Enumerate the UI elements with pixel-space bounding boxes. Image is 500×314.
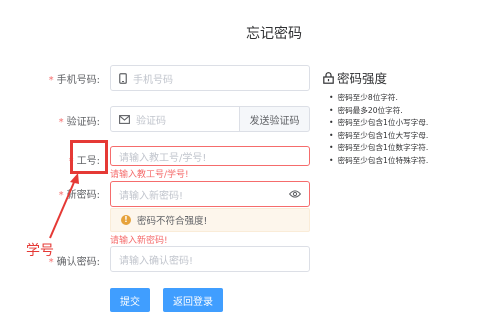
work-id-error: 请输入教工号/学号! — [110, 170, 189, 180]
phone-placeholder: 手机号码 — [133, 74, 173, 86]
mobile-phone-icon — [119, 72, 127, 84]
work-id-placeholder: 请输入教工号/学号! — [119, 152, 207, 164]
eye-icon[interactable] — [289, 190, 301, 198]
envelope-icon — [119, 114, 130, 124]
confirm-password-input[interactable]: 请输入确认密码! — [110, 246, 310, 272]
required-mark: * — [48, 75, 54, 86]
lock-icon — [323, 71, 337, 84]
password-rule: 密码至少8位字符. — [329, 92, 428, 105]
code-label: * 验证码: — [0, 113, 100, 128]
password-rule: 密码最多20位字符. — [329, 105, 428, 118]
annotation-label: 学号 — [26, 243, 54, 259]
password-strength-warning: ! 密码不符合强度! — [110, 208, 310, 232]
password-rules-list: 密码至少8位字符. 密码最多20位字符. 密码至少包含1位小写字母. 密码至少包… — [329, 92, 428, 168]
warning-icon: ! — [121, 215, 131, 225]
code-input[interactable]: 验证码 — [110, 106, 240, 132]
phone-label-text: 手机号码: — [56, 75, 100, 86]
phone-input[interactable]: 手机号码 — [110, 65, 310, 91]
phone-label: * 手机号码: — [0, 71, 100, 86]
code-placeholder: 验证码 — [136, 115, 166, 127]
new-password-label-text: 新密码: — [66, 190, 100, 201]
back-to-login-button[interactable]: 返回登录 — [163, 288, 223, 312]
password-rule: 密码至少包含1位大写字母. — [329, 130, 428, 143]
submit-button[interactable]: 提交 — [110, 288, 150, 312]
required-mark: * — [58, 190, 64, 201]
work-id-input[interactable]: 请输入教工号/学号! — [110, 146, 310, 166]
password-rule: 密码至少包含1位小写字母. — [329, 117, 428, 130]
password-rule: 密码至少包含1位特殊字符. — [329, 155, 428, 168]
new-password-input[interactable]: 请输入新密码! — [110, 181, 310, 207]
new-password-label: * 新密码: — [0, 186, 100, 201]
password-strength-title: 密码强度 — [323, 68, 387, 87]
required-mark: * — [58, 117, 64, 128]
password-strength-title-text: 密码强度 — [337, 71, 388, 86]
page-title: 忘记密码 — [246, 26, 302, 42]
password-warning-text: 密码不符合强度! — [137, 216, 208, 227]
code-label-text: 验证码: — [66, 117, 100, 128]
new-password-placeholder: 请输入新密码! — [119, 190, 184, 202]
send-code-button[interactable]: 发送验证码 — [240, 106, 310, 132]
annotation-highlight-box — [70, 140, 108, 174]
password-rule: 密码至少包含1位数字字符. — [329, 142, 428, 155]
confirm-password-label-text: 确认密码: — [56, 257, 100, 268]
new-password-error: 请输入新密码! — [110, 236, 168, 246]
confirm-password-placeholder: 请输入确认密码! — [119, 255, 194, 267]
